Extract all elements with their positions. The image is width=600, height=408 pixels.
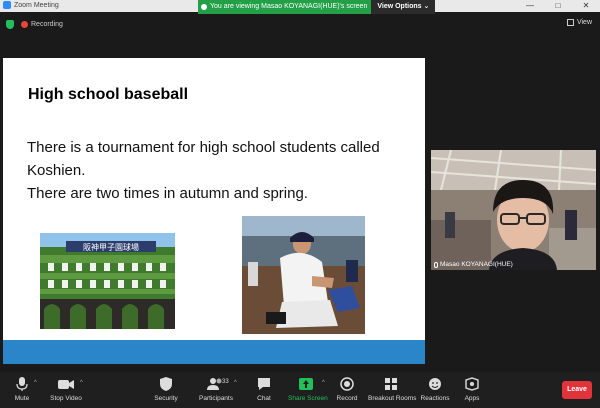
- meeting-toolbar: Mute ^ Stop Video ^ Security Participant…: [0, 372, 600, 408]
- shared-screen-slide: High school baseball There is a tourname…: [3, 58, 425, 364]
- slide-line: There are two times in autumn and spring…: [27, 185, 308, 202]
- participant-name-label: Masao KOYANAGI(HUE): [434, 261, 513, 268]
- participants-count-badge: 33: [222, 379, 229, 385]
- share-screen-label: Share Screen: [288, 395, 328, 402]
- leave-button[interactable]: Leave: [562, 381, 592, 399]
- close-button[interactable]: ✕: [572, 0, 600, 12]
- view-options-button[interactable]: View Options ⌄: [371, 0, 436, 14]
- view-button[interactable]: View: [566, 19, 592, 26]
- players-collecting-sand-photo: [242, 216, 365, 334]
- breakout-rooms-icon: [385, 378, 397, 390]
- app-title: Zoom Meeting: [3, 1, 59, 9]
- record-label: Record: [336, 395, 358, 402]
- reactions-label: Reactions: [420, 395, 450, 402]
- share-screen-button[interactable]: Share Screen: [288, 372, 328, 408]
- reactions-button[interactable]: Reactions: [420, 372, 450, 408]
- share-options-chevron-icon[interactable]: ^: [322, 380, 325, 386]
- breakout-rooms-button[interactable]: Breakout Rooms: [368, 372, 417, 408]
- recording-label: Recording: [31, 21, 63, 28]
- recording-icon: [21, 21, 28, 28]
- window-title-text: Zoom Meeting: [14, 1, 59, 9]
- encryption-shield-icon[interactable]: [6, 20, 14, 29]
- participants-label: Participants: [199, 395, 233, 402]
- mute-button[interactable]: Mute: [8, 372, 36, 408]
- security-button[interactable]: Security: [152, 372, 180, 408]
- breakout-rooms-label: Breakout Rooms: [368, 395, 417, 402]
- slide-footer-bar: [3, 340, 425, 364]
- chat-bubble-icon: [258, 378, 270, 390]
- meeting-info-row: Recording View: [0, 14, 600, 36]
- participants-button[interactable]: Participants: [196, 372, 236, 408]
- minimize-button[interactable]: —: [516, 0, 544, 12]
- video-camera-icon: [58, 380, 74, 389]
- stadium-sign-text: 阪神甲子園球場: [83, 242, 139, 252]
- security-label: Security: [154, 395, 178, 402]
- share-screen-icon: [299, 378, 313, 390]
- participant-name: Masao KOYANAGI(HUE): [440, 261, 513, 268]
- chat-button[interactable]: Chat: [252, 372, 276, 408]
- zoom-logo-icon: [3, 1, 11, 9]
- record-button[interactable]: Record: [334, 372, 360, 408]
- view-label: View: [576, 19, 592, 26]
- window-controls: — □ ✕: [516, 0, 600, 12]
- screen-share-dot-icon: [201, 4, 207, 10]
- slide-line: There is a tournament for high school st…: [27, 139, 380, 156]
- apps-icon: [465, 377, 479, 391]
- participant-video-tile[interactable]: Masao KOYANAGI(HUE): [431, 150, 596, 270]
- share-banner: You are viewing Masao KOYANAGI(HUE)'s sc…: [198, 0, 436, 14]
- slide-line: Koshien.: [27, 162, 86, 179]
- view-grid-icon: [566, 19, 574, 26]
- koshien-stadium-photo: 阪神甲子園球場: [40, 233, 175, 329]
- viewing-screen-notice: You are viewing Masao KOYANAGI(HUE)'s sc…: [198, 0, 372, 14]
- stop-video-button[interactable]: Stop Video: [48, 372, 84, 408]
- slide-title: High school baseball: [28, 86, 189, 103]
- stop-video-label: Stop Video: [50, 395, 82, 402]
- viewing-screen-text: You are viewing Masao KOYANAGI(HUE)'s sc…: [210, 3, 368, 10]
- audio-options-chevron-icon[interactable]: ^: [34, 380, 37, 386]
- maximize-button[interactable]: □: [544, 0, 572, 12]
- chat-label: Chat: [257, 395, 271, 402]
- microphone-icon: [16, 377, 28, 391]
- apps-label: Apps: [464, 395, 480, 402]
- slide-body: There is a tournament for high school st…: [27, 136, 417, 205]
- reactions-smiley-icon: [429, 378, 441, 390]
- security-shield-icon: [160, 377, 172, 391]
- mute-label: Mute: [14, 395, 30, 402]
- video-options-chevron-icon[interactable]: ^: [80, 380, 83, 386]
- participants-chevron-icon[interactable]: ^: [234, 380, 237, 386]
- participant-mic-icon: [434, 261, 438, 268]
- apps-button[interactable]: Apps: [460, 372, 484, 408]
- record-icon: [340, 377, 354, 391]
